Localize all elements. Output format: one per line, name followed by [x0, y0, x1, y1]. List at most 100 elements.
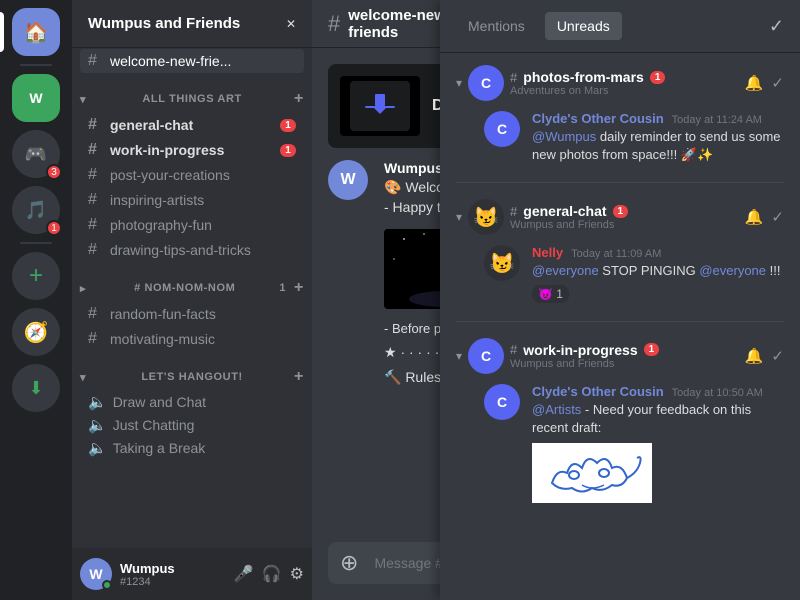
unread-section-2: ▾ 😼 # general-chat 1 Wumpus and Friends … — [440, 187, 800, 316]
user-info: Wumpus #1234 — [120, 561, 226, 588]
headphones-icon[interactable]: 🎧 — [262, 564, 282, 584]
channel-item-random-facts[interactable]: # random-fun-facts — [80, 302, 304, 326]
message-avatar: C — [484, 111, 520, 147]
category-name: ALL THINGS ART — [142, 93, 241, 105]
channel-item-general-chat[interactable]: # general-chat 1 — [80, 113, 304, 137]
category-nom[interactable]: ▸ # nom-nom-nom 1 + — [72, 263, 312, 301]
channel-name: inspiring-artists — [110, 192, 296, 208]
server-divider-2 — [20, 242, 52, 244]
bell-mute-icon[interactable]: 🔔 — [745, 208, 764, 226]
check-icon[interactable]: ✓ — [771, 74, 784, 92]
voice-channel-name: Just Chatting — [113, 417, 195, 433]
bell-mute-icon[interactable]: 🔔 — [745, 74, 764, 92]
channel-avatar-2: 😼 — [468, 199, 504, 235]
server-header[interactable]: Wumpus and Friends ✕ — [72, 0, 312, 48]
voice-channel-draw-chat[interactable]: 🔈 Draw and Chat — [80, 391, 304, 413]
channel-name-general-chat: general-chat — [110, 117, 274, 133]
add-attachment-button[interactable]: ⊕ — [336, 542, 362, 584]
server-icon-art[interactable]: W — [12, 74, 60, 122]
settings-icon[interactable]: ⚙ — [290, 564, 304, 584]
mark-all-read-button[interactable]: ✓ — [769, 16, 784, 37]
hash-icon: # — [88, 166, 104, 184]
server-icon-home[interactable]: 🏠 — [12, 8, 60, 56]
hash-icon: # — [510, 342, 517, 357]
add-channel-icon[interactable]: + — [294, 90, 304, 108]
category-arrow-icon: ▸ — [80, 282, 86, 295]
add-server-button[interactable]: + — [12, 252, 60, 300]
hash-icon: # — [88, 216, 104, 234]
channel-item-work-in-progress[interactable]: # work-in-progress 1 — [80, 138, 304, 162]
discover-button[interactable]: 🧭 — [12, 308, 60, 356]
section-chevron-icon[interactable]: ▾ — [456, 210, 462, 224]
hash-icon: # — [88, 52, 104, 70]
user-bar: W Wumpus #1234 🎤 🎧 ⚙ — [72, 548, 312, 600]
channel-name: welcome-new-frie... — [110, 53, 296, 69]
category-arrow-icon: ▾ — [80, 371, 86, 384]
sketch-preview — [532, 443, 652, 503]
voice-channel-name: Draw and Chat — [113, 394, 206, 410]
server-icon-music[interactable]: 🎵 1 — [12, 186, 60, 234]
chevron-down-icon: ✕ — [286, 17, 296, 31]
user-avatar: W — [80, 558, 112, 590]
channel-item-drawing-tips[interactable]: # drawing-tips-and-tricks — [80, 238, 304, 262]
channel-name: post-your-creations — [110, 167, 296, 183]
channel-item-post-creations[interactable]: # post-your-creations — [80, 163, 304, 187]
channel-name: random-fun-facts — [110, 306, 296, 322]
unread-panel: Mentions Unreads ✓ ▾ C # photos-from-mar… — [440, 0, 800, 600]
section-divider-2 — [456, 321, 784, 322]
unread-badge-3: 1 — [644, 343, 660, 356]
channel-item-welcome[interactable]: # welcome-new-frie... ⚙ — [80, 49, 304, 73]
unread-channel-name-2: general-chat — [523, 203, 606, 219]
server-badge-gaming: 3 — [46, 164, 62, 180]
add-channel-icon[interactable]: + — [294, 279, 304, 297]
hash-icon: # — [88, 305, 104, 323]
add-channel-icon[interactable]: + — [294, 368, 304, 386]
channel-item-motivating-music[interactable]: # motivating-music — [80, 327, 304, 351]
hash-icon: # — [88, 116, 104, 134]
online-status-dot — [102, 580, 112, 590]
unread-section-1: ▾ C # photos-from-mars 1 Adventures on M… — [440, 53, 800, 178]
unread-badge-2: 1 — [613, 205, 629, 218]
section-divider — [456, 182, 784, 183]
username: Wumpus — [120, 561, 226, 576]
channel-name-wip: work-in-progress — [110, 142, 274, 158]
section-chevron-icon[interactable]: ▾ — [456, 76, 462, 90]
channel-item-inspiring-artists[interactable]: # inspiring-artists — [80, 188, 304, 212]
channel-badge: 1 — [280, 119, 296, 132]
unread-section-3: ▾ C # work-in-progress 1 Wumpus and Frie… — [440, 326, 800, 517]
download-button[interactable]: ⬇ — [12, 364, 60, 412]
microphone-icon[interactable]: 🎤 — [234, 564, 254, 584]
message-timestamp: Today at 10:50 AM — [672, 387, 763, 399]
mention-everyone: @everyone — [532, 263, 599, 278]
tab-mentions[interactable]: Mentions — [456, 12, 537, 40]
speaker-icon: 🔈 — [88, 439, 107, 457]
check-icon[interactable]: ✓ — [771, 208, 784, 226]
check-icon[interactable]: ✓ — [771, 347, 784, 365]
server-list: 🏠 W 🎮 3 🎵 1 + 🧭 ⬇ — [0, 0, 72, 600]
category-hangout[interactable]: ▾ LET'S HANGOUT! + — [72, 352, 312, 390]
bell-mute-icon[interactable]: 🔔 — [745, 347, 764, 365]
emoji-reaction[interactable]: 😈 1 — [532, 285, 569, 303]
mention-everyone-2: @everyone — [699, 263, 766, 278]
message-content: Clyde's Other Cousin Today at 10:50 AM @… — [532, 384, 784, 503]
server-icon-gaming[interactable]: 🎮 3 — [12, 130, 60, 178]
category-all-things-art[interactable]: ▾ ALL THINGS ART + — [72, 74, 312, 112]
speaker-icon: 🔈 — [88, 416, 107, 434]
category-name: # nom-nom-nom — [134, 282, 235, 294]
message-header: Clyde's Other Cousin Today at 10:50 AM — [532, 384, 784, 399]
channel-list: Wumpus and Friends ✕ # welcome-new-frie.… — [72, 0, 312, 600]
channel-list-body: # welcome-new-frie... ⚙ ▾ ALL THINGS ART… — [72, 48, 312, 548]
tab-unreads[interactable]: Unreads — [545, 12, 622, 40]
unread-channel-name-3: work-in-progress — [523, 342, 637, 358]
channel-item-photography[interactable]: # photography-fun — [80, 213, 304, 237]
voice-channel-taking-break[interactable]: 🔈 Taking a Break — [80, 437, 304, 459]
voice-channel-just-chatting[interactable]: 🔈 Just Chatting — [80, 414, 304, 436]
channel-name: motivating-music — [110, 331, 296, 347]
hash-icon: # — [88, 330, 104, 348]
hash-icon: # — [510, 204, 517, 219]
unread-message-1: C Clyde's Other Cousin Today at 11:24 AM… — [440, 105, 800, 170]
message-avatar: 😼 — [484, 245, 520, 281]
section-chevron-icon[interactable]: ▾ — [456, 349, 462, 363]
message-content: Nelly Today at 11:09 AM @everyone STOP P… — [532, 245, 784, 302]
message-avatar: C — [484, 384, 520, 420]
